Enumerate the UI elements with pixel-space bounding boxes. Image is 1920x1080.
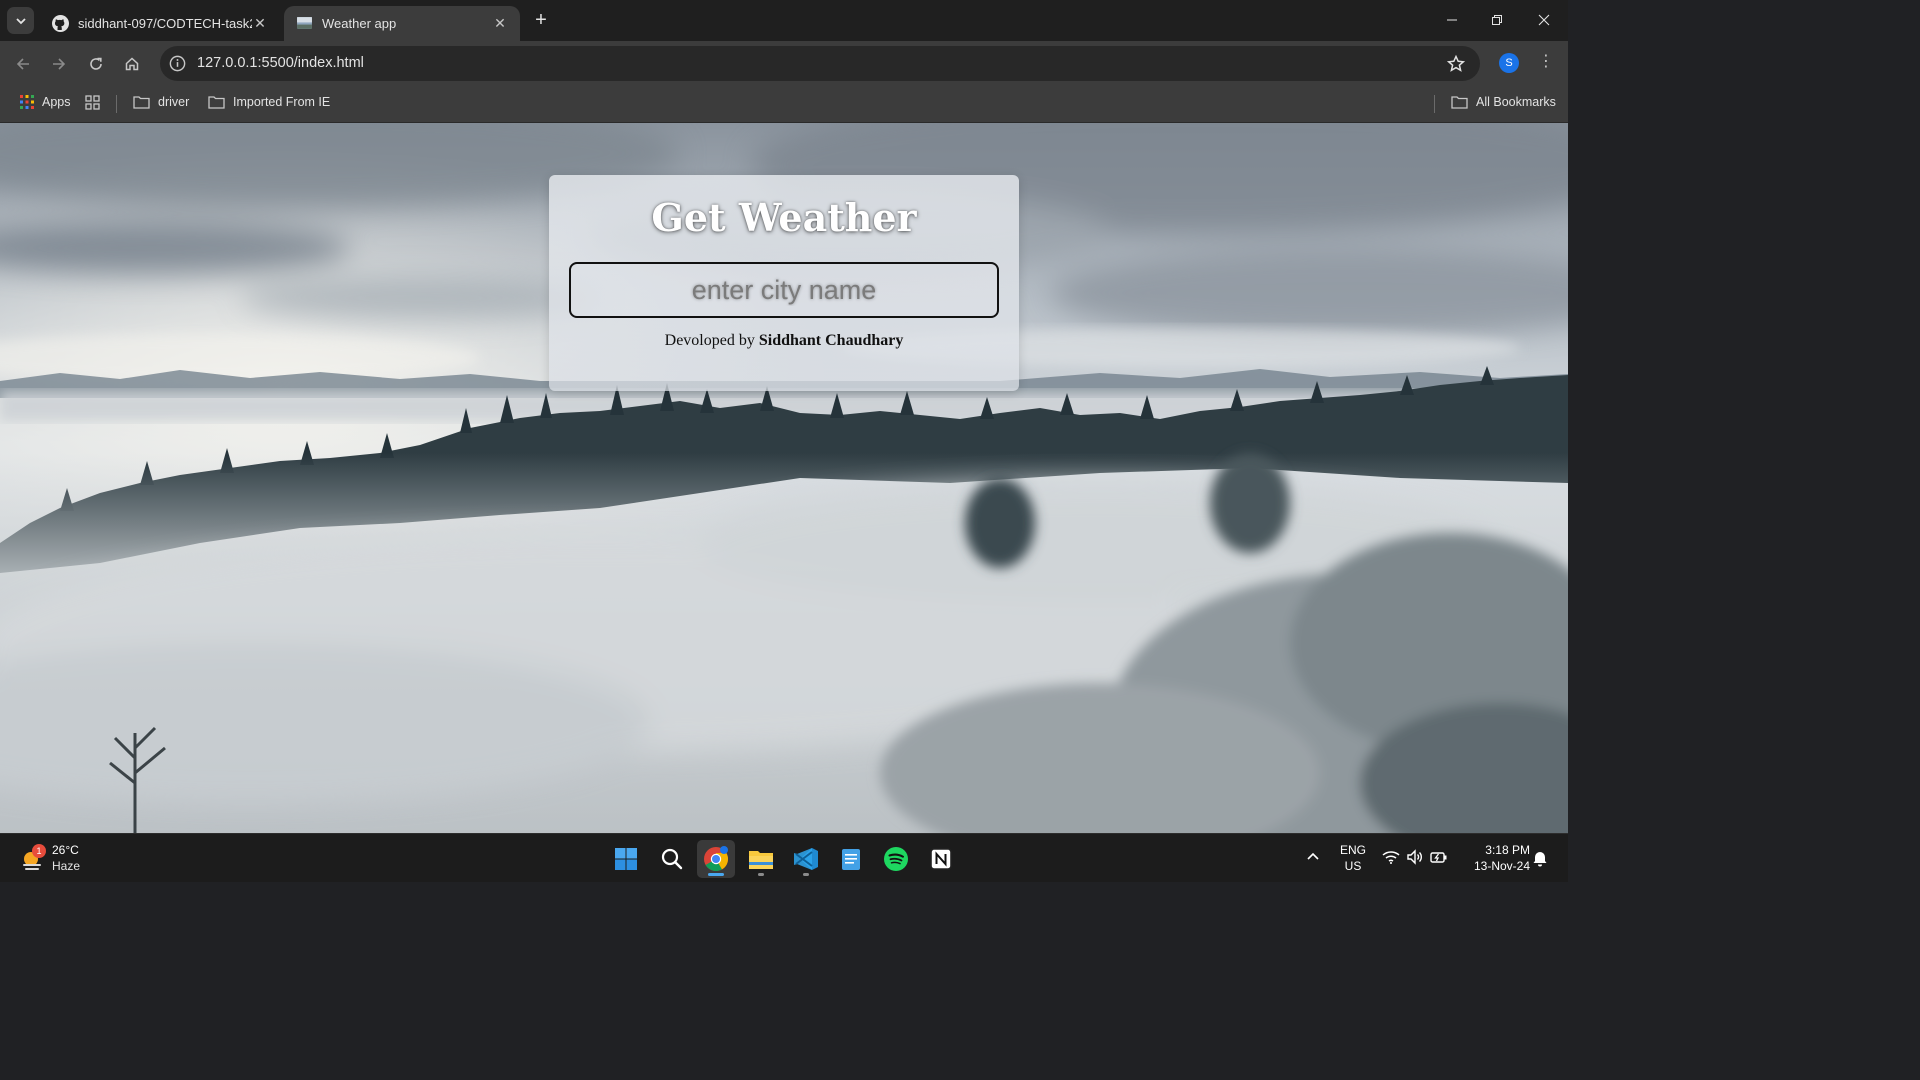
profile-avatar[interactable]: S <box>1499 53 1519 73</box>
volume-icon[interactable] <box>1406 849 1424 865</box>
bookmark-label: All Bookmarks <box>1476 95 1556 109</box>
bookmarks-bar: Apps driver Imported From IE All Bookmar… <box>0 86 1568 123</box>
tab-github[interactable]: siddhant-097/CODTECH-task2 ✕ <box>40 6 280 41</box>
taskbar-notion[interactable] <box>922 840 960 878</box>
site-info-icon[interactable] <box>168 54 187 73</box>
running-app-indicator <box>758 873 764 876</box>
reload-button[interactable] <box>83 51 109 77</box>
home-icon <box>125 57 139 71</box>
bookmark-divider <box>1434 95 1435 113</box>
system-clock[interactable]: 3:18 PM 13-Nov-24 <box>1460 842 1530 874</box>
all-bookmarks-button[interactable]: All Bookmarks <box>1451 95 1556 109</box>
restore-button[interactable] <box>1475 8 1519 32</box>
taskbar-search-button[interactable] <box>653 840 691 878</box>
input-language-indicator[interactable]: ENG US <box>1338 842 1368 874</box>
browser-toolbar: 127.0.0.1:5500/index.html S ⋮ <box>0 41 1568 86</box>
weather-favicon-icon <box>297 17 312 29</box>
weather-widget[interactable]: 1 26°C Haze <box>18 841 108 877</box>
chevron-down-icon <box>15 17 26 24</box>
menu-kebab-icon[interactable]: ⋮ <box>1536 53 1556 73</box>
github-icon <box>52 15 69 32</box>
windows-taskbar: 1 26°C Haze ENG US 3:18 PM 13-Nov-24 <box>0 833 1568 882</box>
forward-button[interactable] <box>46 51 72 77</box>
taskbar-chrome[interactable] <box>697 840 735 878</box>
weather-description: Haze <box>52 859 81 873</box>
wifi-icon[interactable] <box>1382 850 1400 864</box>
page-title: Get Weather <box>651 195 917 240</box>
bookmark-label: Imported From IE <box>233 95 331 109</box>
bookmark-imported-from-ie[interactable]: Imported From IE <box>208 95 330 109</box>
restore-icon <box>1492 15 1502 25</box>
tab-close-icon[interactable]: ✕ <box>252 15 268 32</box>
taskbar-file-explorer[interactable] <box>742 840 780 878</box>
chevron-up-icon[interactable] <box>1306 851 1320 861</box>
clock-time: 3:18 PM <box>1485 843 1530 857</box>
search-icon <box>661 848 683 870</box>
chrome-icon <box>704 846 729 872</box>
taskbar-notepad[interactable] <box>832 840 870 878</box>
region-code: US <box>1344 859 1362 873</box>
tab-groups-icon <box>85 95 100 110</box>
back-button[interactable] <box>10 51 36 77</box>
notification-bell-icon[interactable] <box>1532 849 1548 867</box>
developer-credit: Devoloped by Siddhant Chaudhary <box>549 332 1019 350</box>
new-tab-button[interactable]: + <box>530 10 552 32</box>
notepad-icon <box>842 849 860 870</box>
notion-icon <box>930 848 952 870</box>
tab-search-button[interactable] <box>7 7 34 34</box>
taskbar-spotify[interactable] <box>877 840 915 878</box>
close-window-button[interactable] <box>1522 8 1566 32</box>
start-icon <box>615 848 637 870</box>
language-code: ENG <box>1339 843 1366 857</box>
developer-name: Siddhant Chaudhary <box>758 332 904 349</box>
credit-prefix: Devoloped by <box>664 332 755 349</box>
taskbar-vscode[interactable] <box>787 840 825 878</box>
notification-badge: 1 <box>32 844 46 858</box>
clock-date: 13-Nov-24 <box>1473 859 1530 873</box>
bookmark-label: driver <box>158 95 190 109</box>
tab-close-icon[interactable]: ✕ <box>492 15 508 32</box>
battery-charging-icon[interactable] <box>1430 849 1448 865</box>
running-app-indicator <box>803 873 809 876</box>
minimize-icon <box>1447 19 1457 21</box>
tab-weather-app[interactable]: Weather app ✕ <box>284 6 520 41</box>
arrow-left-icon <box>16 58 29 70</box>
browser-tabstrip: siddhant-097/CODTECH-task2 ✕ Weather app… <box>0 0 1568 41</box>
bookmark-label: Apps <box>42 95 71 109</box>
address-bar[interactable]: 127.0.0.1:5500/index.html <box>160 46 1480 81</box>
weather-search-card: Get Weather Devoloped by Siddhant Chaudh… <box>549 175 1019 391</box>
url-text[interactable]: 127.0.0.1:5500/index.html <box>197 55 364 71</box>
folder-icon <box>133 96 150 109</box>
bookmark-driver[interactable]: driver <box>133 95 189 109</box>
arrow-right-icon <box>53 58 66 70</box>
folder-icon <box>208 96 225 109</box>
folder-icon <box>1451 96 1468 109</box>
tab-groups-button[interactable] <box>85 95 108 110</box>
reload-icon <box>90 57 102 70</box>
bookmark-star-icon[interactable] <box>1446 54 1466 74</box>
minimize-button[interactable] <box>1430 8 1474 32</box>
file-explorer-icon <box>749 851 773 869</box>
active-app-indicator <box>708 873 724 876</box>
home-button[interactable] <box>119 51 145 77</box>
page-viewport: Get Weather Devoloped by Siddhant Chaudh… <box>0 123 1568 833</box>
bookmark-divider <box>116 95 117 113</box>
tab-title: siddhant-097/CODTECH-task2 <box>78 16 252 31</box>
bookmark-apps[interactable]: Apps <box>20 95 71 109</box>
close-icon <box>1538 14 1550 26</box>
tab-title: Weather app <box>322 16 397 31</box>
spotify-icon <box>884 847 908 871</box>
apps-grid-icon <box>20 95 34 109</box>
vscode-icon <box>794 848 818 870</box>
start-button[interactable] <box>607 840 645 878</box>
weather-temperature: 26°C <box>52 843 79 857</box>
city-search-input[interactable] <box>569 262 999 318</box>
